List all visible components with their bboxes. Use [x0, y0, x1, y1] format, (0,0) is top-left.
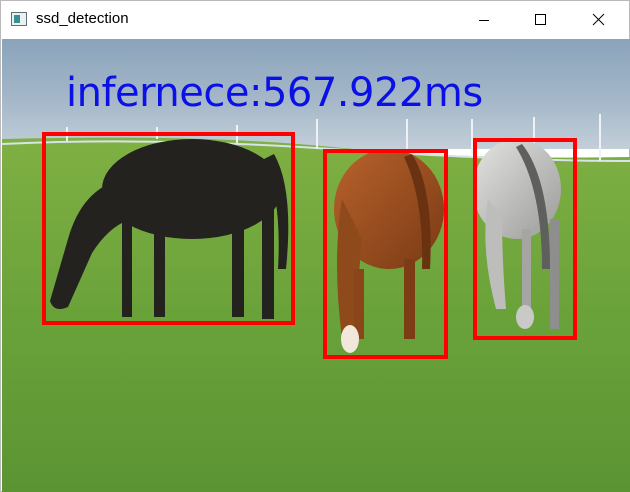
title-bar[interactable]: ssd_detection — [1, 1, 629, 39]
close-button[interactable] — [575, 1, 621, 39]
maximize-button[interactable] — [517, 1, 563, 39]
maximize-icon — [535, 14, 546, 25]
minimize-icon — [479, 20, 489, 21]
image-viewport: infernece:567.922ms — [2, 39, 630, 492]
minimize-button[interactable] — [461, 1, 507, 39]
app-window: ssd_detection infernece:567.922ms — [0, 0, 630, 492]
app-window-icon — [11, 12, 27, 26]
window-title: ssd_detection — [36, 10, 129, 27]
close-icon — [592, 13, 605, 26]
inference-time-label: infernece:567.922ms — [66, 70, 483, 116]
